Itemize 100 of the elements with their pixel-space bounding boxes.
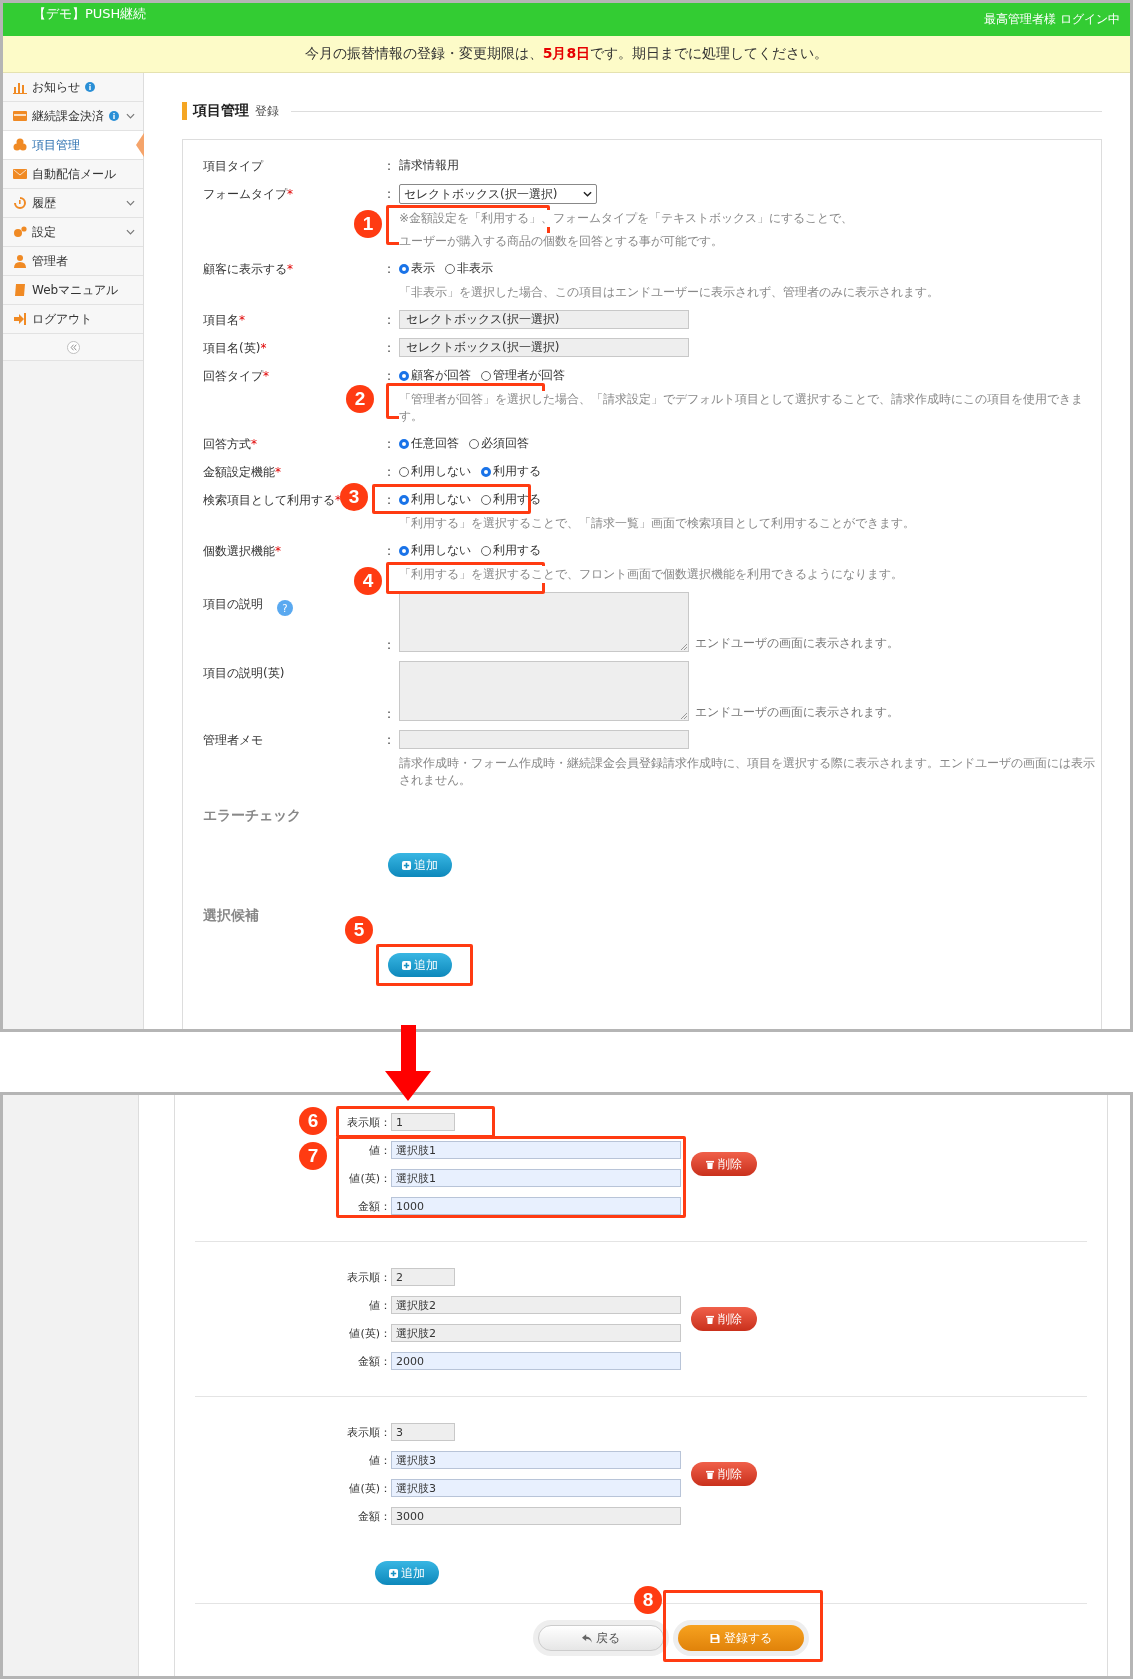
radio-button[interactable]	[481, 370, 491, 381]
field-label: 値：	[368, 1142, 391, 1158]
radio-button[interactable]	[469, 438, 479, 449]
radio-option[interactable]: 利用しない	[399, 491, 471, 508]
plus-icon	[402, 860, 411, 870]
app-title: 【デモ】PUSH継続	[33, 4, 147, 23]
field-note: エンドユーザの画面に表示されます。	[695, 635, 899, 652]
field-label: フォームタイプ*	[203, 186, 293, 203]
delete-button[interactable]: 削除	[691, 1462, 757, 1486]
radio-option[interactable]: 利用しない	[399, 463, 471, 480]
sidebar-item[interactable]: 継続課金決済	[3, 102, 143, 131]
text-field[interactable]: セレクトボックス(択一選択)	[399, 338, 689, 357]
colon: :	[387, 312, 393, 327]
trash-icon	[706, 1469, 714, 1479]
radio-button[interactable]	[399, 545, 409, 556]
colon: :	[387, 732, 393, 747]
radio-option[interactable]: 顧客が回答	[399, 367, 471, 384]
text-field[interactable]: 3	[391, 1423, 455, 1441]
field-label: 回答タイプ*	[203, 368, 269, 385]
info-icon	[85, 82, 95, 92]
text-field[interactable]: 1000	[391, 1197, 681, 1215]
radio-option[interactable]: 表示	[399, 260, 435, 277]
text-field[interactable]: 選択肢1	[391, 1141, 681, 1159]
sidebar-item[interactable]: Webマニュアル	[3, 276, 143, 305]
field-label: 顧客に表示する*	[203, 261, 293, 278]
radio-option[interactable]: 管理者が回答	[481, 367, 565, 384]
text-field[interactable]: 2000	[391, 1352, 681, 1370]
field-label: 項目タイプ	[203, 158, 263, 175]
colon: :	[387, 261, 393, 276]
callout-number: 8	[634, 1586, 662, 1614]
delete-button[interactable]: 削除	[691, 1307, 757, 1331]
radio-button[interactable]	[481, 494, 491, 505]
sidebar-item[interactable]: 履歴	[3, 189, 143, 218]
page-title: 項目管理	[193, 102, 249, 120]
field-label: 項目の説明	[203, 596, 263, 613]
radio-option[interactable]: 任意回答	[399, 435, 459, 452]
colon: :	[387, 492, 393, 507]
radio-button[interactable]	[481, 466, 491, 477]
sidebar-item[interactable]: ログアウト	[3, 305, 143, 334]
field-label: 回答方式*	[203, 436, 257, 453]
envelope-icon	[13, 167, 27, 181]
sidebar-item[interactable]: 項目管理	[3, 131, 143, 160]
colon: :	[387, 464, 393, 479]
chevron-icon	[126, 200, 135, 206]
radio-button[interactable]	[399, 263, 409, 274]
colon: :	[387, 368, 393, 383]
text-field[interactable]: 選択肢2	[391, 1296, 681, 1314]
sidebar-item[interactable]: 設定	[3, 218, 143, 247]
text-field[interactable]: 選択肢2	[391, 1324, 681, 1342]
plus-icon	[402, 960, 411, 970]
colon: :	[387, 158, 393, 173]
radio-button[interactable]	[445, 263, 455, 274]
field-label: 値(英)：	[348, 1480, 391, 1496]
radio-button[interactable]	[399, 466, 409, 477]
field-label: 金額：	[357, 1198, 391, 1214]
card-icon	[13, 109, 27, 123]
radio-button[interactable]	[399, 370, 409, 381]
text-field[interactable]: 2	[391, 1268, 455, 1286]
section-title: 選択候補	[203, 907, 260, 925]
field-label: 値(英)：	[348, 1325, 391, 1341]
radio-option[interactable]: 利用する	[481, 491, 541, 508]
callout-number: 1	[354, 210, 382, 238]
text-field[interactable]: 選択肢3	[391, 1451, 681, 1469]
chevron-icon	[583, 191, 592, 197]
radio-option[interactable]: 利用する	[481, 542, 541, 559]
textarea-field[interactable]	[399, 661, 689, 721]
text-field[interactable]: 選択肢1	[391, 1169, 681, 1187]
active-indicator	[136, 133, 144, 157]
radio-option[interactable]: 必須回答	[469, 435, 529, 452]
field-label: 金額：	[357, 1353, 391, 1369]
radio-button[interactable]	[481, 545, 491, 556]
text-field[interactable]	[399, 730, 689, 749]
text-field[interactable]: 3000	[391, 1507, 681, 1525]
textarea-field[interactable]	[399, 592, 689, 652]
text-field[interactable]: 1	[391, 1113, 455, 1131]
sidebar-item[interactable]: 自動配信メール	[3, 160, 143, 189]
resize-grip-icon	[681, 713, 687, 719]
field-label: 値：	[368, 1297, 391, 1313]
radio-option[interactable]: 利用する	[481, 463, 541, 480]
sidebar-item[interactable]: お知らせ	[3, 73, 143, 102]
field-label: 値：	[368, 1452, 391, 1468]
colon: :	[387, 638, 393, 652]
sidebar-item[interactable]: 管理者	[3, 247, 143, 276]
section-title: エラーチェック	[203, 807, 302, 825]
field-label: 表示順：	[346, 1114, 391, 1130]
radio-option[interactable]: 利用しない	[399, 542, 471, 559]
field-note: エンドユーザの画面に表示されます。	[695, 704, 899, 721]
back-button[interactable]: 戻る	[538, 1625, 664, 1651]
info-icon	[109, 111, 119, 121]
radio-button[interactable]	[399, 494, 409, 505]
delete-button[interactable]: 削除	[691, 1152, 757, 1176]
text-field[interactable]: セレクトボックス(択一選択)	[399, 310, 689, 329]
field-label: 金額：	[357, 1508, 391, 1524]
radio-option[interactable]: 非表示	[445, 260, 493, 277]
plus-icon	[389, 1568, 398, 1578]
form-type-select[interactable]: セレクトボックス(択一選択)	[399, 184, 597, 204]
text-field[interactable]: 選択肢3	[391, 1479, 681, 1497]
return-arrow-icon	[582, 1633, 592, 1643]
radio-button[interactable]	[399, 438, 409, 449]
login-status: 最高管理者様 ログイン中	[984, 11, 1120, 28]
